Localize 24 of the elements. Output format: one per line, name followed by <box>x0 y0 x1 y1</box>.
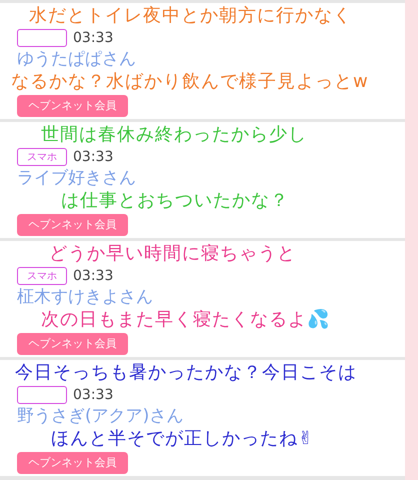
caption-text: 水だとトイレ夜中とか朝方に行かなく <box>29 5 352 27</box>
user-name: ゆうたぱぱさん <box>17 49 136 69</box>
caption-text: は仕事とおちついたかな？ <box>61 190 289 212</box>
caption-text: なるかな？水ばかり飲んで様子見よっとw <box>11 71 369 93</box>
device-badge <box>17 29 67 47</box>
post-time: 03:33 <box>73 266 114 286</box>
caption-text: 次の日もまた早く寝たくなるよ💦 <box>41 309 330 331</box>
device-badge: スマホ <box>17 148 67 166</box>
member-button[interactable]: ヘブンネット会員 <box>17 95 128 117</box>
caption-text: ほんと半そでが正しかったね✌ <box>51 428 314 450</box>
post-time: 03:33 <box>73 386 114 404</box>
device-badge <box>17 386 67 404</box>
user-name: 柾木すけきよさん <box>17 287 153 307</box>
caption-text: 世間は春休み終わったから少し <box>41 124 307 146</box>
post-time: 03:33 <box>73 148 114 166</box>
user-name: ライブ好きさん <box>17 168 136 188</box>
user-name: 野うさぎ(アクア)さん <box>17 406 184 426</box>
member-button[interactable]: ヘブンネット会員 <box>17 452 128 474</box>
member-button[interactable]: ヘブンネット会員 <box>17 214 128 236</box>
caption-text: どうか早い時間に寝ちゃうと <box>49 243 296 265</box>
device-badge: スマホ <box>17 267 67 285</box>
member-button[interactable]: ヘブンネット会員 <box>17 333 128 355</box>
post-time: 03:33 <box>73 28 114 48</box>
caption-text: 今日そっちも暑かったかな？今日こそは <box>15 362 357 384</box>
